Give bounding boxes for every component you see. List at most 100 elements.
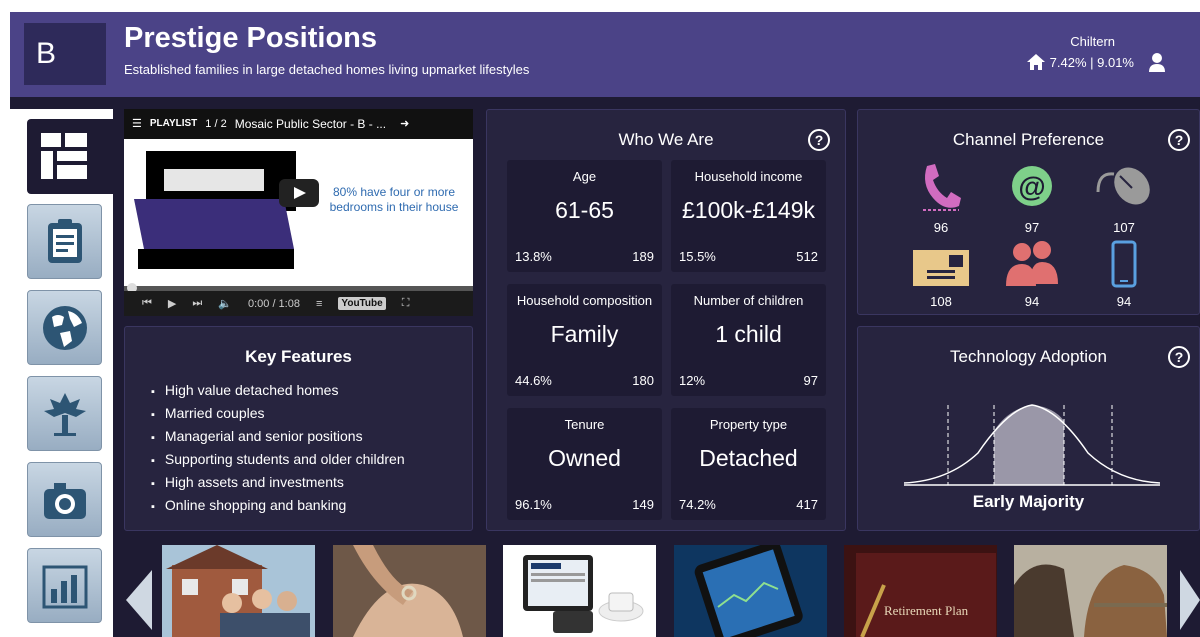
- play-button[interactable]: [279, 179, 319, 207]
- person-icon: [1148, 52, 1166, 72]
- svg-text:@: @: [1018, 171, 1045, 202]
- tile-household-composition[interactable]: Household composition Family 44.6% 180: [507, 284, 662, 396]
- wedding-ring-thumb[interactable]: [333, 545, 486, 637]
- bed-illustration: [134, 151, 296, 269]
- help-icon[interactable]: ?: [808, 129, 830, 151]
- sidebar-item-tree[interactable]: [27, 376, 102, 451]
- list-item: Married couples: [151, 403, 405, 426]
- sidebar-item-globe[interactable]: [27, 290, 102, 365]
- house-icon: [1026, 53, 1046, 71]
- channel-email: @ 97: [1007, 162, 1057, 235]
- tile-property-type[interactable]: Property type Detached 74.2% 417: [671, 408, 826, 520]
- tile-value: Family: [550, 321, 619, 347]
- mobile-icon: [1111, 240, 1137, 288]
- channel-online: 107: [1096, 162, 1150, 235]
- smartphone-stocks-thumb[interactable]: [674, 545, 827, 637]
- clipboard-icon: [48, 219, 82, 263]
- region-name: Chiltern: [1070, 34, 1115, 49]
- tile-index: 149: [632, 497, 654, 512]
- region-stats-text: 7.42% | 9.01%: [1049, 54, 1134, 70]
- tile-index: 512: [796, 249, 818, 264]
- list-item: Supporting students and older children: [151, 449, 405, 472]
- people-icon: [1006, 241, 1058, 286]
- youtube-logo[interactable]: YouTube: [338, 297, 386, 310]
- key-features-panel: Key Features High value detached homes M…: [124, 326, 473, 531]
- tile-household-income[interactable]: Household income £100k-£149k 15.5% 512: [671, 160, 826, 272]
- sidebar-item-dashboard[interactable]: [27, 119, 123, 194]
- next-icon[interactable]: ⏭: [192, 297, 202, 310]
- volume-icon[interactable]: 🔈: [218, 297, 232, 310]
- page-title: Prestige Positions: [124, 22, 378, 54]
- tablet-news-thumb[interactable]: [503, 545, 656, 637]
- sidebar-item-camera[interactable]: [27, 462, 102, 537]
- channel-face-to-face: 94: [1006, 240, 1058, 309]
- play-icon[interactable]: ▶: [168, 297, 176, 310]
- ponies-thumb[interactable]: [1014, 545, 1167, 637]
- tile-percent: 44.6%: [515, 373, 552, 388]
- sidebar-item-bar-chart[interactable]: [27, 548, 102, 623]
- channel-value: 96: [933, 220, 949, 235]
- tile-number-of-children[interactable]: Number of children 1 child 12% 97: [671, 284, 826, 396]
- bar-chart-icon: [42, 565, 88, 609]
- tile-tenure[interactable]: Tenure Owned 96.1% 149: [507, 408, 662, 520]
- region-stats: 7.42% | 9.01%: [1026, 52, 1166, 72]
- family-house-thumb[interactable]: [162, 545, 315, 637]
- email-icon: @: [1012, 166, 1052, 206]
- tablet-news-image: [503, 545, 656, 637]
- help-icon[interactable]: ?: [1168, 129, 1190, 151]
- video-player[interactable]: ☰ PLAYLIST 1 / 2 Mosaic Public Sector - …: [124, 109, 473, 316]
- tile-percent: 15.5%: [679, 249, 716, 264]
- video-time: 0:00 / 1:08: [247, 297, 300, 310]
- menu-icon[interactable]: ≡: [316, 298, 322, 310]
- playlist-count: 1 / 2: [205, 118, 227, 130]
- tile-label: Property type: [709, 417, 788, 432]
- who-we-are-title: Who We Are: [618, 130, 714, 149]
- carousel-prev-arrow[interactable]: [126, 570, 152, 630]
- video-controls: ⏮ ▶ ⏭ 🔈 0:00 / 1:08 ≡ YouTube ⛶: [124, 291, 473, 316]
- tree-icon: [44, 393, 86, 436]
- header: B Prestige Positions Established familie…: [10, 12, 1200, 97]
- fullscreen-icon[interactable]: ⛶: [402, 297, 410, 310]
- channel-post: 108: [913, 248, 969, 309]
- tile-index: 189: [632, 249, 654, 264]
- prev-icon[interactable]: ⏮: [142, 297, 152, 310]
- video-topbar: ☰ PLAYLIST 1 / 2 Mosaic Public Sector - …: [124, 109, 473, 139]
- sidebar-item-clipboard[interactable]: [27, 204, 102, 279]
- tile-label: Number of children: [693, 293, 804, 308]
- tile-value: Owned: [548, 445, 621, 471]
- list-item: Online shopping and banking: [151, 495, 405, 518]
- key-features-list: High value detached homes Married couple…: [151, 380, 405, 518]
- technology-adoption-title: Technology Adoption: [950, 347, 1107, 366]
- carousel-next-arrow[interactable]: [1180, 570, 1200, 630]
- help-icon[interactable]: ?: [1168, 346, 1190, 368]
- mouse-icon: [1096, 167, 1150, 205]
- list-item: High assets and investments: [151, 472, 405, 495]
- tile-percent: 12%: [679, 373, 706, 388]
- tile-index: 180: [632, 373, 654, 388]
- retirement-plan-thumb[interactable]: Retirement Plan: [844, 545, 997, 637]
- tile-value: 1 child: [715, 321, 782, 347]
- channel-preference-title: Channel Preference: [952, 130, 1105, 149]
- tile-age[interactable]: Age 61-65 13.8% 189: [507, 160, 662, 272]
- retirement-plan-text: Retirement Plan: [884, 603, 969, 618]
- tile-label: Tenure: [564, 417, 605, 432]
- adoption-label: Early Majority: [972, 492, 1085, 511]
- channel-value: 108: [930, 294, 952, 309]
- list-item: Managerial and senior positions: [151, 426, 405, 449]
- playlist-icon[interactable]: ☰: [132, 109, 142, 139]
- tile-percent: 74.2%: [679, 497, 716, 512]
- channel-value: 94: [1116, 294, 1132, 309]
- tile-percent: 13.8%: [515, 249, 552, 264]
- retirement-plan-image: Retirement Plan: [844, 545, 997, 637]
- tile-value: 61-65: [555, 197, 614, 223]
- tile-percent: 96.1%: [515, 497, 552, 512]
- phone-icon: [923, 164, 961, 211]
- tile-value: Detached: [699, 445, 798, 471]
- video-title[interactable]: Mosaic Public Sector - B - ...: [235, 109, 386, 139]
- video-frame[interactable]: 80% have four or more bedrooms in their …: [124, 139, 473, 286]
- channel-phone: 96: [916, 162, 966, 235]
- share-icon[interactable]: ➜: [400, 109, 409, 139]
- tile-value: £100k-£149k: [682, 197, 815, 223]
- dashboard-icon: [41, 133, 87, 179]
- playlist-label[interactable]: PLAYLIST: [150, 109, 197, 139]
